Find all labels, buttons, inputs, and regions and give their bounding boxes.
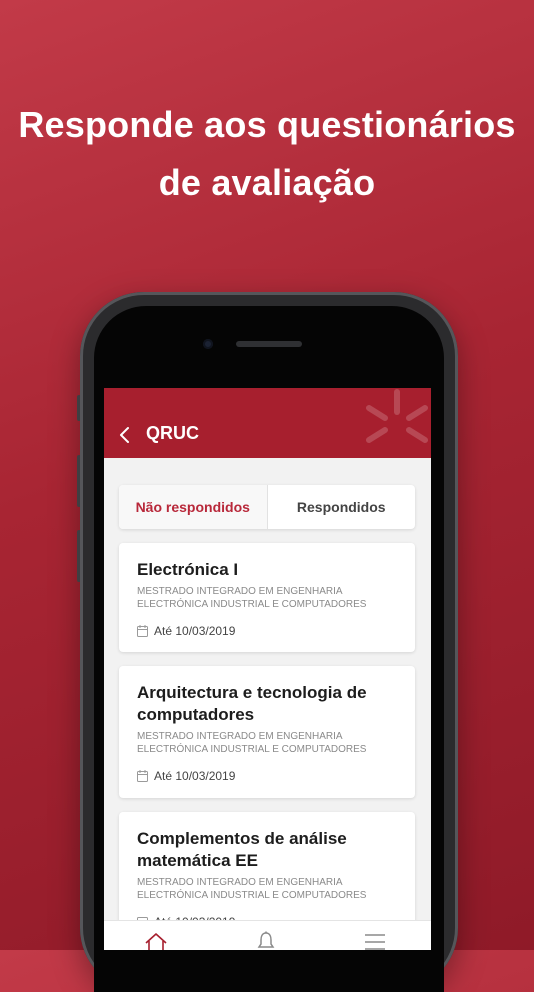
- back-chevron-icon[interactable]: [118, 426, 132, 444]
- due-date: Até 10/03/2019: [137, 769, 235, 783]
- course-title-line: Complementos de análise: [137, 829, 347, 848]
- course-title-line: Arquitectura e tecnologia de: [137, 683, 367, 702]
- headline: Responde aos questionários de avaliação: [0, 96, 534, 212]
- program-name: MESTRADO INTEGRADO EM ENGENHARIA ELECTRÓ…: [137, 585, 407, 611]
- university-logo-watermark-icon: [366, 389, 428, 443]
- headline-line-2: de avaliação: [158, 162, 376, 203]
- app-header: QRUC: [104, 388, 431, 458]
- tab-nao-respondidos[interactable]: Não respondidos: [119, 485, 268, 529]
- calendar-icon: [137, 625, 148, 637]
- program-name: MESTRADO INTEGRADO EM ENGENHARIA ELECTRÓ…: [137, 876, 407, 902]
- program-name-line: ELECTRÓNICA INDUSTRIAL E COMPUTADORES: [137, 890, 367, 901]
- tab-respondidos[interactable]: Respondidos: [268, 485, 416, 529]
- headline-line-1: Responde aos questionários: [18, 104, 516, 145]
- course-title-line: matemática EE: [137, 851, 258, 870]
- course-title-line: computadores: [137, 705, 255, 724]
- program-name-line: MESTRADO INTEGRADO EM ENGENHARIA: [137, 731, 343, 742]
- course-title: Electrónica I: [137, 559, 407, 581]
- due-date-text: Até 10/03/2019: [154, 624, 236, 638]
- app-screen: QRUC Não respondidos Respondidos Electró…: [104, 388, 431, 950]
- due-date: Até 10/03/2019: [137, 624, 235, 638]
- questionnaire-card[interactable]: Arquitectura e tecnologia de computadore…: [119, 666, 415, 798]
- calendar-icon: [137, 770, 148, 782]
- program-name-line: ELECTRÓNICA INDUSTRIAL E COMPUTADORES: [137, 599, 367, 610]
- course-title: Arquitectura e tecnologia de computadore…: [137, 682, 407, 726]
- due-date-text: Até 10/03/2019: [154, 769, 236, 783]
- app-title: QRUC: [146, 423, 199, 443]
- course-title-line: Electrónica I: [137, 560, 239, 579]
- program-name-line: MESTRADO INTEGRADO EM ENGENHARIA: [137, 586, 343, 597]
- questionnaire-tabs: Não respondidos Respondidos: [119, 485, 415, 529]
- course-title: Complementos de análise matemática EE: [137, 828, 407, 872]
- earpiece-speaker: [236, 341, 302, 347]
- questionnaire-card[interactable]: Electrónica I MESTRADO INTEGRADO EM ENGE…: [119, 543, 415, 652]
- home-icon[interactable]: [144, 931, 168, 950]
- menu-icon[interactable]: [364, 931, 386, 950]
- notifications-icon[interactable]: [257, 931, 275, 950]
- program-name-line: MESTRADO INTEGRADO EM ENGENHARIA: [137, 877, 343, 888]
- front-camera: [203, 339, 213, 349]
- bottom-navigation: [104, 920, 431, 950]
- program-name-line: ELECTRÓNICA INDUSTRIAL E COMPUTADORES: [137, 744, 367, 755]
- program-name: MESTRADO INTEGRADO EM ENGENHARIA ELECTRÓ…: [137, 730, 407, 756]
